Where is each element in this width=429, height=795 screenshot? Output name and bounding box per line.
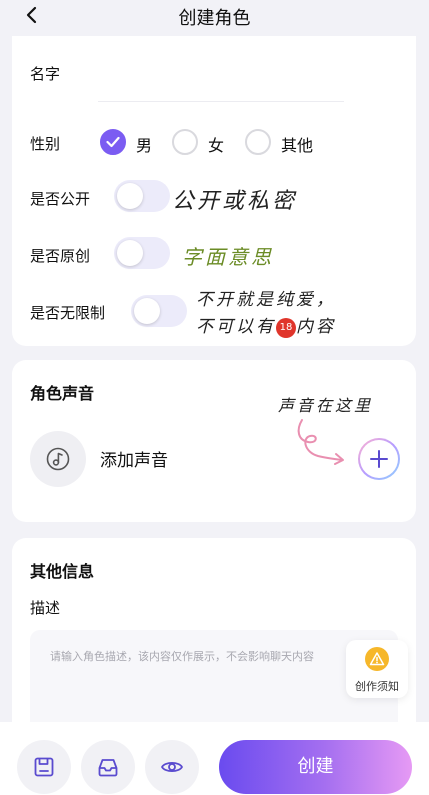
description-placeholder: 请输入角色描述，该内容仅作展示，不会影响聊天内容 <box>50 650 314 663</box>
gender-label: 性别 <box>30 135 61 153</box>
toggle-knob <box>117 183 143 209</box>
public-toggle[interactable] <box>114 180 170 212</box>
gender-female-radio[interactable] <box>172 129 198 155</box>
eye-icon <box>161 761 183 773</box>
voice-annotation: 声音在这里 <box>278 396 374 415</box>
creation-guidelines-button[interactable]: 创作须知 <box>346 640 408 698</box>
voice-section-title: 角色声音 <box>30 384 95 404</box>
original-toggle[interactable] <box>114 237 170 269</box>
unlimited-toggle[interactable] <box>131 295 187 327</box>
unlimited-annotation-prefix: 不可以有 <box>196 317 276 337</box>
description-label: 描述 <box>30 599 61 617</box>
original-label: 是否原创 <box>30 247 91 265</box>
save-draft-button[interactable] <box>17 740 71 794</box>
voice-avatar <box>30 431 86 487</box>
add-voice-label[interactable]: 添加声音 <box>100 446 168 471</box>
gender-male-label[interactable]: 男 <box>136 132 152 156</box>
gender-female-label[interactable]: 女 <box>208 132 224 156</box>
gender-other-radio[interactable] <box>245 129 271 155</box>
adult-18-icon: 18 <box>276 317 296 338</box>
create-button[interactable]: 创建 <box>219 740 412 794</box>
drafts-box-button[interactable] <box>81 740 135 794</box>
top-nav-bar: 创建角色 <box>0 0 429 34</box>
music-note-icon <box>46 447 70 471</box>
check-icon <box>106 136 120 148</box>
name-label: 名字 <box>30 65 61 83</box>
unlimited-label: 是否无限制 <box>30 304 106 322</box>
public-annotation: 公开或私密 <box>172 189 298 214</box>
plus-icon <box>370 450 388 468</box>
curved-arrow-icon <box>297 419 344 465</box>
gender-male-radio[interactable] <box>100 129 126 155</box>
preview-button[interactable] <box>145 740 199 794</box>
page-title: 创建角色 <box>178 8 251 29</box>
toggle-knob <box>134 298 160 324</box>
other-section-title: 其他信息 <box>30 562 95 582</box>
public-label: 是否公开 <box>30 190 91 208</box>
add-voice-button[interactable] <box>358 438 400 480</box>
unlimited-annotation-suffix: 内容 <box>296 317 336 337</box>
unlimited-annotation-line2: 不可以有 18 内容 <box>196 312 336 338</box>
inbox-icon <box>98 759 118 777</box>
gender-other-label[interactable]: 其他 <box>281 132 313 156</box>
warning-icon <box>365 647 389 671</box>
original-annotation: 字面意思 <box>182 245 274 269</box>
unlimited-annotation-line1: 不开就是纯爱， <box>196 290 336 310</box>
creation-guidelines-label: 创作须知 <box>355 680 399 693</box>
toggle-knob <box>117 240 143 266</box>
name-input[interactable] <box>98 101 344 102</box>
save-icon <box>34 757 54 777</box>
